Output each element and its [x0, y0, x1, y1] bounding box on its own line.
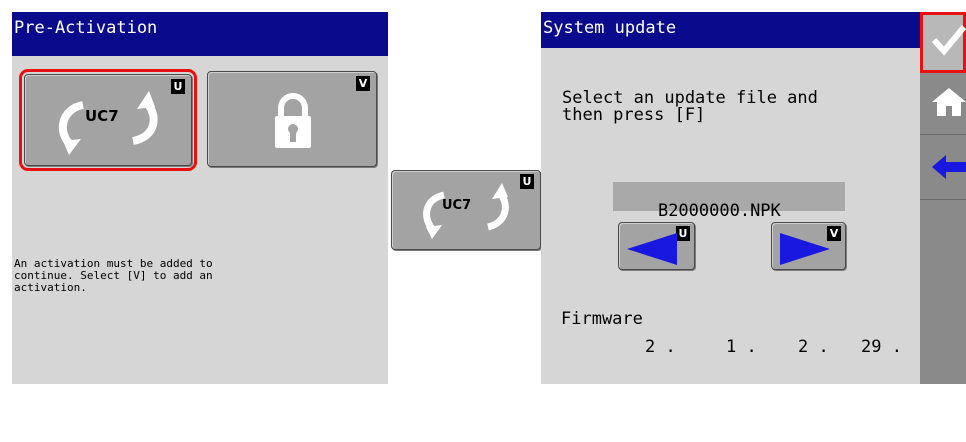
uc7-label: UC7 — [85, 107, 119, 125]
divider — [920, 199, 966, 200]
file-name: B2000000.NPK — [657, 201, 781, 221]
lock-icon — [275, 93, 311, 148]
softkey-tag-u: U — [520, 174, 534, 189]
side-toolbar — [920, 12, 966, 384]
uc7-label: UC7 — [442, 198, 472, 213]
selected-file-field[interactable]: B2000000.NPK — [613, 182, 845, 220]
page-title: System update — [541, 12, 920, 48]
firmware-version-part: 2 . — [645, 337, 676, 357]
softkey-tag-u: U — [171, 79, 185, 94]
softkey-tag-u: U — [676, 226, 690, 241]
firmware-version-part: 29 . — [861, 337, 902, 357]
system-update-screen: System update Select an update file and … — [541, 12, 920, 384]
add-activation-button[interactable]: V — [207, 71, 377, 167]
firmware-label: Firmware — [561, 309, 643, 329]
left-arrow-icon — [627, 233, 677, 265]
next-file-button[interactable]: V — [771, 222, 846, 270]
home-icon — [932, 88, 966, 116]
activation-message: An activation must be added to continue.… — [14, 257, 213, 294]
softkey-tag-v: V — [356, 76, 370, 91]
right-arrow-icon — [780, 233, 830, 265]
update-instruction: Select an update file and then press [F] — [562, 88, 818, 125]
uc7-update-button[interactable]: U UC7 — [19, 69, 197, 171]
firmware-version-part: 1 . — [726, 337, 757, 357]
home-button[interactable] — [920, 74, 966, 134]
back-arrow-icon — [932, 155, 966, 179]
firmware-version: 2 . 1 . 2 . 29 . — [541, 339, 920, 359]
confirm-button[interactable] — [920, 12, 966, 73]
uc7-update-button-standalone[interactable]: U UC7 — [391, 170, 541, 250]
page-title: Pre-Activation — [12, 12, 388, 56]
back-button[interactable] — [920, 135, 966, 199]
pre-activation-screen: Pre-Activation U UC7 V An activation mus… — [12, 12, 388, 384]
firmware-version-part: 2 . — [798, 337, 829, 357]
previous-file-button[interactable]: U — [618, 222, 695, 270]
checkmark-icon — [932, 25, 966, 56]
